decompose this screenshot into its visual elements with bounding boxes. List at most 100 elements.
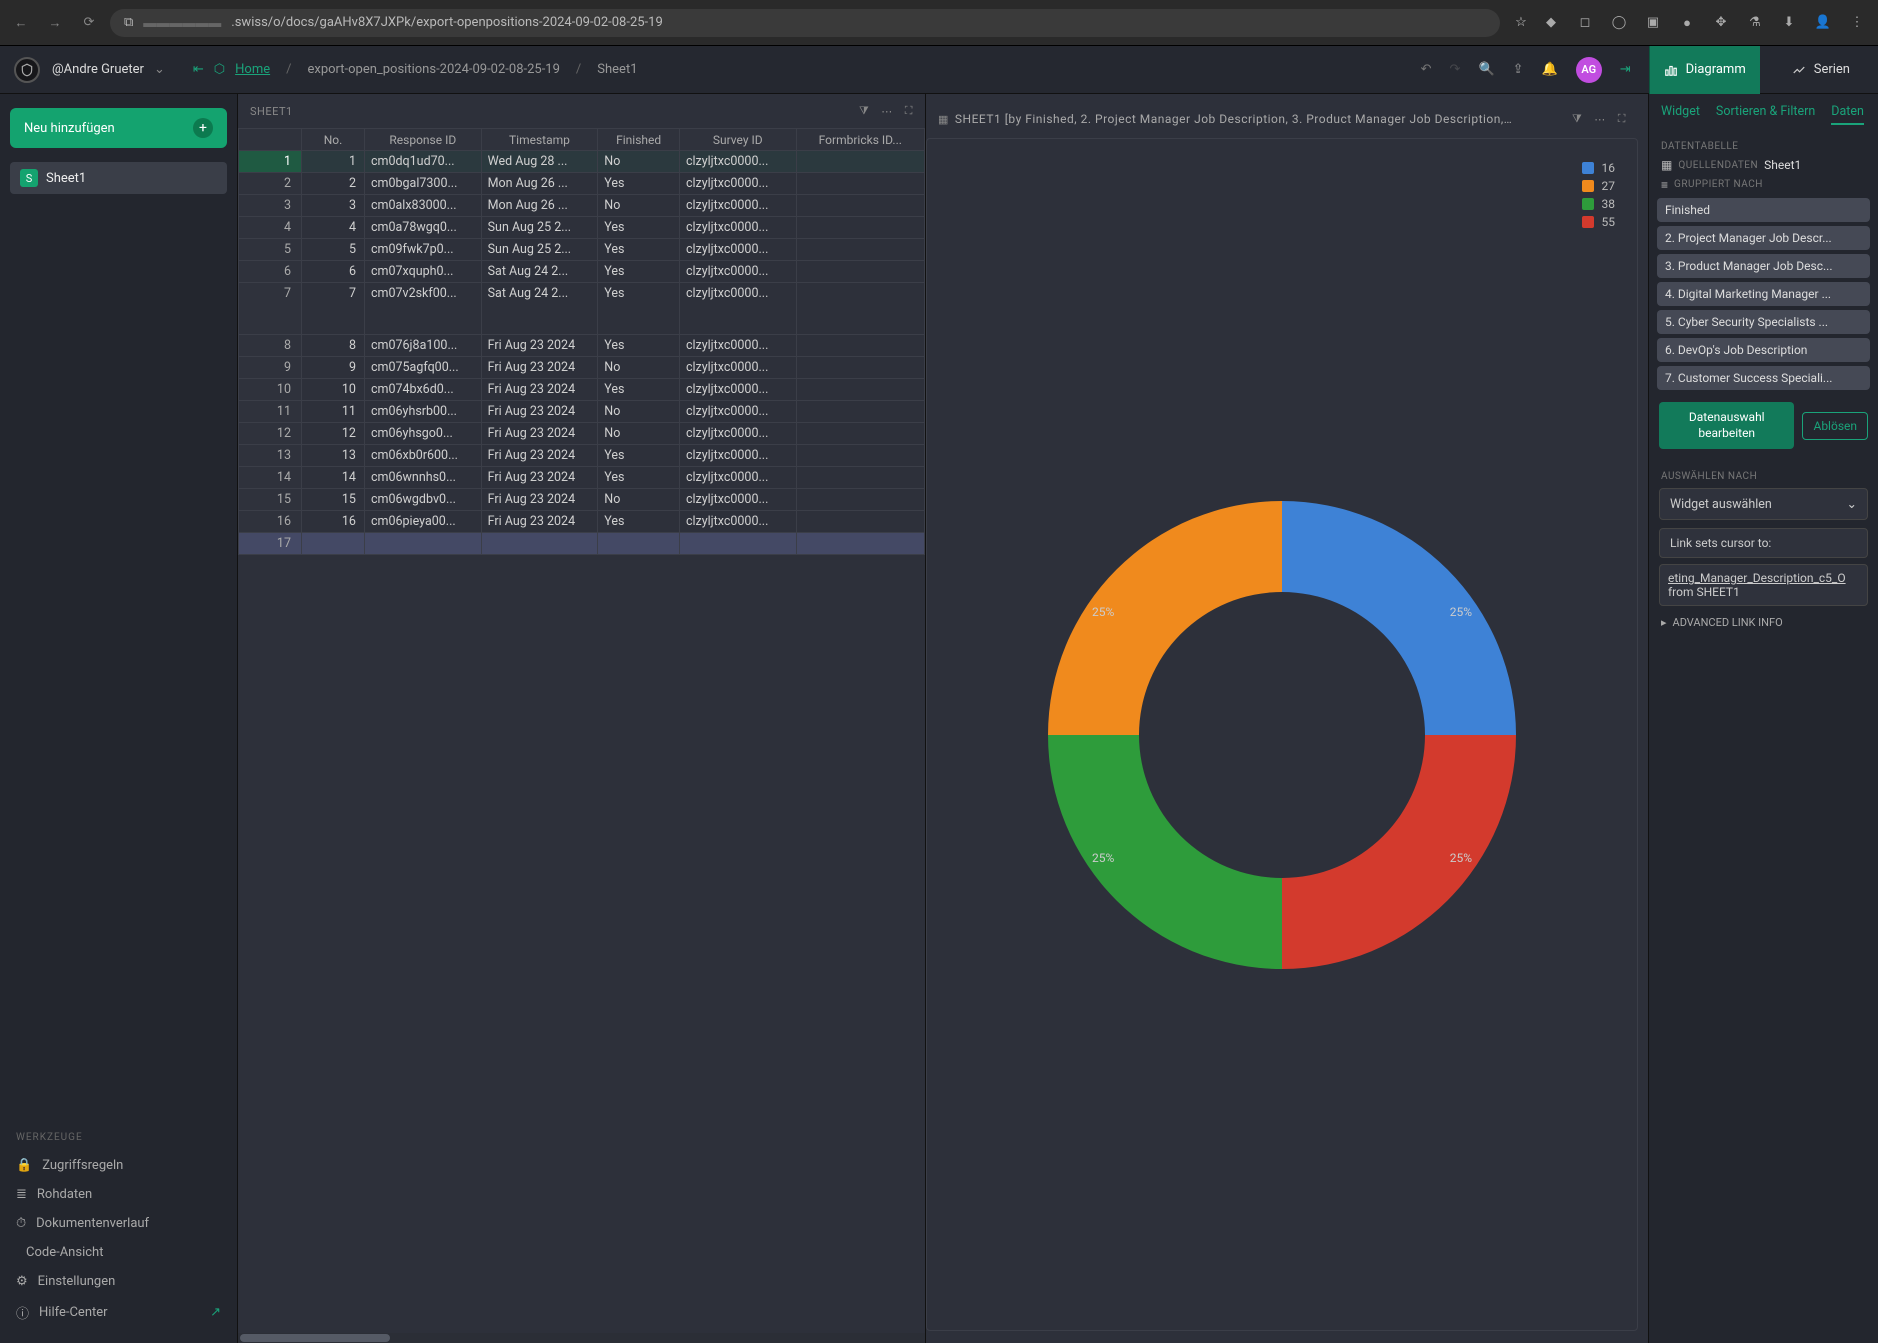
link-target-box[interactable]: eting_Manager_Description_c5_O from SHEE… — [1659, 564, 1868, 606]
search-icon[interactable]: 🔍 — [1478, 62, 1494, 77]
table-row[interactable]: 1212cm06yhsgo0...Fri Aug 23 2024Noclzylj… — [239, 423, 925, 445]
breadcrumb-home[interactable]: Home — [235, 62, 270, 77]
table-source-icon: ▦ — [1661, 158, 1672, 172]
share-icon[interactable]: ⇪ — [1513, 62, 1524, 77]
column-header[interactable]: Timestamp — [481, 129, 598, 151]
table-row[interactable]: 1515cm06wgdbv0...Fri Aug 23 2024Noclzylj… — [239, 489, 925, 511]
labs-icon[interactable]: ⚗ — [1746, 14, 1764, 32]
download-icon[interactable]: ⬇ — [1780, 14, 1798, 32]
table-row[interactable]: 1313cm06xb0r600...Fri Aug 23 2024Yesclzy… — [239, 445, 925, 467]
ext-icon-2[interactable]: ◻ — [1576, 14, 1594, 32]
profile-icon[interactable]: ◯ — [1610, 14, 1628, 32]
user-menu-caret-icon[interactable]: ⌄ — [154, 62, 165, 77]
table-row[interactable]: 22cm0bgal7300...Mon Aug 26 ...Yesclzyljt… — [239, 173, 925, 195]
sidebar-tool-item[interactable]: ≣Rohdaten — [10, 1180, 227, 1209]
table-row[interactable]: 44cm0a78wgq0...Sun Aug 25 2...Yesclzyljt… — [239, 217, 925, 239]
panel-toggle-right-icon[interactable]: ⇥ — [1620, 62, 1631, 77]
menu-icon[interactable]: ⋮ — [1848, 14, 1866, 32]
table-row[interactable]: 88cm076j8a100...Fri Aug 23 2024Yesclzylj… — [239, 335, 925, 357]
chart-expand-icon[interactable]: ⛶ — [1618, 112, 1626, 126]
app-logo[interactable] — [14, 57, 40, 83]
table-row[interactable]: 66cm07xquph0...Sat Aug 24 2...Yesclzyljt… — [239, 261, 925, 283]
extensions-icon[interactable]: ✥ — [1712, 14, 1730, 32]
user-menu[interactable]: @Andre Grueter — [52, 62, 144, 77]
chart-icon — [1664, 63, 1678, 77]
url-text: .swiss/o/docs/gaAHv8X7JXPk/export-openpo… — [231, 15, 662, 30]
star-icon[interactable]: ☆ — [1512, 14, 1530, 32]
table-row[interactable]: 1010cm074bx6d0...Fri Aug 23 2024Yesclzyl… — [239, 379, 925, 401]
slice-label-2: 25% — [1092, 605, 1114, 619]
sidebar-sheet-item[interactable]: S Sheet1 — [10, 162, 227, 194]
panel-toggle-left-icon[interactable]: ⇤ — [193, 62, 204, 77]
expand-icon[interactable]: ⛶ — [905, 104, 913, 118]
tab-sort-filter[interactable]: Sortieren & Filtern — [1716, 104, 1815, 125]
apps-icon[interactable]: ▣ — [1644, 14, 1662, 32]
group-by-chip[interactable]: 7. Customer Success Speciali... — [1657, 366, 1870, 390]
diagramm-button[interactable]: Diagramm — [1649, 46, 1760, 94]
filter-icon[interactable]: ⧩ — [859, 104, 869, 118]
group-by-chip[interactable]: Finished — [1657, 198, 1870, 222]
tab-daten[interactable]: Daten — [1831, 104, 1864, 125]
right-panel-tabs: Widget Sortieren & Filtern Daten — [1649, 94, 1878, 131]
table-row[interactable]: 1414cm06wnnhs0...Fri Aug 23 2024Yesclzyl… — [239, 467, 925, 489]
source-table-link[interactable]: Sheet1 — [1764, 158, 1801, 172]
notifications-icon[interactable]: 🔔 — [1542, 62, 1558, 77]
group-by-chip[interactable]: 5. Cyber Security Specialists ... — [1657, 310, 1870, 334]
site-lock-icon: ⧉ — [124, 15, 133, 30]
sidebar-tool-item[interactable]: ⏱Dokumentenverlauf — [10, 1209, 227, 1238]
account-icon[interactable]: 👤 — [1814, 14, 1832, 32]
breadcrumb-sheet[interactable]: Sheet1 — [597, 62, 637, 77]
back-icon[interactable]: ← — [12, 14, 30, 32]
ext-icon-1[interactable]: ◆ — [1542, 14, 1560, 32]
address-bar[interactable]: ⧉ ▬▬▬▬▬▬ .swiss/o/docs/gaAHv8X7JXPk/expo… — [110, 9, 1500, 37]
table-row[interactable]: 77cm07v2skf00...Sat Aug 24 2...Yesclzylj… — [239, 283, 925, 335]
group-by-chip[interactable]: 6. DevOp's Job Description — [1657, 338, 1870, 362]
add-new-button[interactable]: Neu hinzufügen + — [10, 108, 227, 148]
column-header[interactable]: No. — [301, 129, 364, 151]
help-icon: ⓘ — [16, 1303, 29, 1322]
app-header: @Andre Grueter ⌄ ⇤ ⬡ Home / export-open_… — [0, 46, 1878, 94]
table-row[interactable]: 11cm0dq1ud70...Wed Aug 28 ...Noclzyljtxc… — [239, 151, 925, 173]
chart-legend: 16273855 — [1582, 161, 1616, 233]
more-icon[interactable]: ⋯ — [881, 105, 893, 118]
advanced-link-info-toggle[interactable]: ▸ ADVANCED LINK INFO — [1649, 606, 1878, 639]
group-by-chip[interactable]: 2. Project Manager Job Descr... — [1657, 226, 1870, 250]
sidebar-tool-item[interactable]: ⚙Einstellungen — [10, 1267, 227, 1296]
chart-filter-icon[interactable]: ⧩ — [1572, 112, 1582, 126]
ext-icon-3[interactable]: ● — [1678, 14, 1696, 32]
data-table[interactable]: No.Response IDTimestampFinishedSurvey ID… — [238, 128, 925, 555]
chart-title: SHEET1 [by Finished, 2. Project Manager … — [955, 112, 1515, 126]
table-row[interactable]: 33cm0alx83000...Mon Aug 26 ...Noclzyljtx… — [239, 195, 925, 217]
sidebar-tool-item[interactable]: 🔒Zugriffsregeln — [10, 1151, 227, 1180]
series-icon — [1792, 63, 1806, 77]
column-header[interactable]: Response ID — [364, 129, 481, 151]
table-row[interactable]: 17 — [239, 533, 925, 555]
table-row[interactable]: 99cm075agfq00...Fri Aug 23 2024Noclzyljt… — [239, 357, 925, 379]
column-header[interactable]: Survey ID — [679, 129, 796, 151]
chart-doc-icon: ▦ — [938, 113, 949, 126]
column-header[interactable]: Formbricks ID... — [796, 129, 924, 151]
sheet-badge-icon: S — [20, 169, 38, 187]
tool-icon: ≣ — [16, 1187, 27, 1202]
help-center-link[interactable]: ⓘ Hilfe-Center ↗ — [10, 1296, 227, 1329]
group-by-chip[interactable]: 3. Product Manager Job Desc... — [1657, 254, 1870, 278]
undo-icon[interactable]: ↶ — [1421, 62, 1432, 77]
redo-icon[interactable]: ↷ — [1450, 62, 1461, 77]
reload-icon[interactable]: ⟳ — [80, 14, 98, 32]
sidebar-tool-item[interactable]: Code-Ansicht — [10, 1238, 227, 1267]
tab-widget[interactable]: Widget — [1661, 104, 1700, 125]
table-row[interactable]: 1616cm06pieya00...Fri Aug 23 2024Yesclzy… — [239, 511, 925, 533]
serien-button[interactable]: Serien — [1778, 46, 1864, 94]
table-row[interactable]: 55cm09fwk7p0...Sun Aug 25 2...Yesclzyljt… — [239, 239, 925, 261]
table-row[interactable]: 1111cm06yhsrb00...Fri Aug 23 2024Noclzyl… — [239, 401, 925, 423]
breadcrumb-doc[interactable]: export-open_positions-2024-09-02-08-25-1… — [307, 62, 559, 77]
forward-icon[interactable]: → — [46, 14, 64, 32]
detach-button[interactable]: Ablösen — [1802, 412, 1868, 440]
group-by-chip[interactable]: 4. Digital Marketing Manager ... — [1657, 282, 1870, 306]
chart-more-icon[interactable]: ⋯ — [1594, 113, 1606, 126]
edit-data-selection-button[interactable]: Datenauswahl bearbeiten — [1659, 402, 1794, 449]
widget-select[interactable]: Widget auswählen ⌄ — [1659, 488, 1868, 520]
horizontal-scrollbar[interactable] — [238, 1333, 925, 1343]
avatar[interactable]: AG — [1576, 57, 1602, 83]
column-header[interactable]: Finished — [598, 129, 680, 151]
